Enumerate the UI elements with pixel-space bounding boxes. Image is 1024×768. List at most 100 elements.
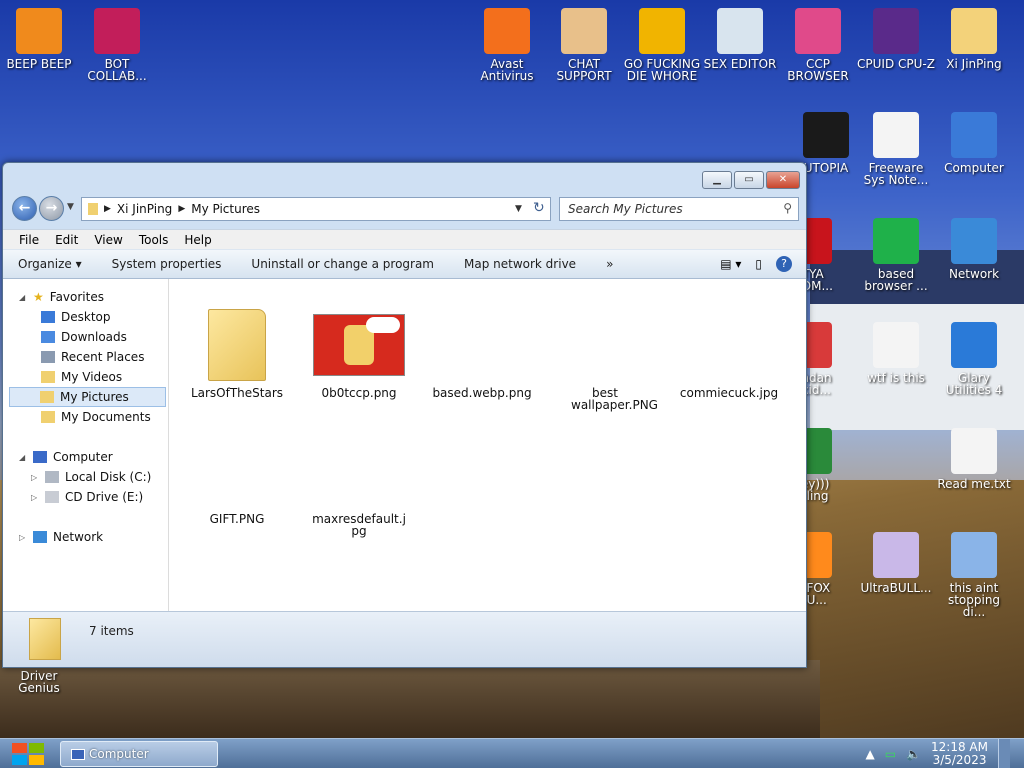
menu-edit[interactable]: Edit <box>55 233 78 247</box>
desktop-icon-item[interactable]: this aint stopping di... <box>935 532 1013 618</box>
green-chat-icon <box>873 218 919 264</box>
desktop-icon-item[interactable]: CCP BROWSER <box>779 8 857 82</box>
desktop-icon-item[interactable]: Network <box>935 218 1013 280</box>
desktop-icon-item[interactable]: GO FUCKING DIE WHORE <box>623 8 701 82</box>
system-properties-button[interactable]: System properties <box>97 257 237 271</box>
desktop-icon-item[interactable]: UltraBULL... <box>857 532 935 594</box>
show-desktop-button[interactable] <box>998 739 1010 768</box>
show-hidden-icons-icon[interactable]: ▲ <box>866 747 875 761</box>
desktop-icon-label: GO FUCKING DIE WHORE <box>623 57 701 83</box>
desktop-icon-label: Read me.txt <box>937 477 1011 491</box>
hex-editor-icon <box>717 8 763 54</box>
menu-help[interactable]: Help <box>184 233 211 247</box>
refresh-icon[interactable]: ↻ <box>533 200 545 216</box>
network-status-icon[interactable]: ▭ <box>885 747 896 761</box>
close-button[interactable]: ✕ <box>766 171 800 189</box>
clock[interactable]: 12:18 AM 3/5/2023 <box>931 741 988 767</box>
desktop-icon-item[interactable]: SEX EDITOR <box>701 8 779 70</box>
glary-icon <box>951 322 997 368</box>
file-list: LarsOfTheStars 0b0tccp.png based.webp.pn… <box>169 279 806 611</box>
desktop-icon-item[interactable]: Read me.txt <box>935 428 1013 490</box>
desktop-icon-label: CPUID CPU-Z <box>857 57 935 71</box>
address-dropdown[interactable]: ▼ <box>515 204 522 214</box>
taskbar-item-computer[interactable]: Computer <box>60 741 218 767</box>
file-item[interactable]: 0b0tccp.png <box>301 291 417 399</box>
nav-desktop[interactable]: Desktop <box>3 307 168 327</box>
minimize-button[interactable]: ▁ <box>702 171 732 189</box>
file-item[interactable]: maxresdefault.jpg <box>301 417 417 537</box>
breadcrumb-pictures[interactable]: My Pictures <box>191 202 260 216</box>
address-row: ← → ▼ ▶ Xi JinPing ▶ My Pictures ▼ ↻ Sea… <box>3 193 806 229</box>
file-item[interactable]: GIFT.PNG <box>179 417 295 525</box>
preview-pane-icon[interactable]: ▯ <box>755 257 762 271</box>
desktop-icon-label: Glary Utilities 4 <box>945 371 1003 397</box>
nav-downloads[interactable]: Downloads <box>3 327 168 347</box>
nav-recent-places[interactable]: Recent Places <box>3 347 168 367</box>
desktop-icon-label: BEEP BEEP <box>6 57 72 71</box>
search-icon[interactable]: ⚲ <box>783 201 792 215</box>
desktop-icon-item[interactable]: CHAT SUPPORT <box>545 8 623 82</box>
nav-cd-drive[interactable]: ▷ CD Drive (E:) <box>3 487 168 507</box>
desktop-icon-label: Network <box>948 267 1000 281</box>
desktop-icon-item[interactable]: BOT COLLAB... <box>78 8 156 82</box>
desktop-icon-item[interactable]: Xi JinPing <box>935 8 1013 70</box>
avast-icon <box>484 8 530 54</box>
desktop-icon-item[interactable]: Avast Antivirus <box>468 8 546 82</box>
desktop-icon-label: Computer <box>944 161 1004 175</box>
hard-disk-icon <box>45 471 59 483</box>
desktop-icon-label: Driver Genius <box>18 669 60 695</box>
search-placeholder: Search My Pictures <box>568 202 683 216</box>
desktop-icon-item[interactable]: CPUID CPU-Z <box>857 8 935 70</box>
star-icon: ★ <box>33 290 44 304</box>
desktop-icon-item[interactable]: wtf is this <box>857 322 935 384</box>
forward-button[interactable]: → <box>39 196 64 221</box>
nav-network[interactable]: ▷ Network <box>3 527 168 547</box>
desktop-icon-label: based browser ... <box>864 267 928 293</box>
desktop-icon-item[interactable]: Computer <box>935 112 1013 174</box>
title-bar[interactable]: ▁ ▭ ✕ <box>3 163 806 193</box>
menu-view[interactable]: View <box>94 233 122 247</box>
desktop-icon-label: CHAT SUPPORT <box>556 57 612 83</box>
back-button[interactable]: ← <box>12 196 37 221</box>
breadcrumb-user[interactable]: Xi JinPing <box>117 202 172 216</box>
desktop-icon <box>41 311 55 323</box>
calendar-file-icon <box>873 322 919 368</box>
nav-my-pictures[interactable]: My Pictures <box>9 387 166 407</box>
monitor-app-icon <box>94 8 140 54</box>
nav-favorites[interactable]: ◢ ★ Favorites <box>3 287 168 307</box>
desktop-icon-item[interactable]: based browser ... <box>857 218 935 292</box>
file-item[interactable]: best wallpaper.PNG <box>547 291 663 411</box>
help-icon[interactable]: ? <box>776 256 792 272</box>
nav-my-documents[interactable]: My Documents <box>3 407 168 427</box>
more-commands-button[interactable]: » <box>591 257 628 271</box>
desktop-icon-item[interactable]: Freeware Sys Note... <box>857 112 935 186</box>
desktop-icon-label: UltraBULL... <box>860 581 932 595</box>
desktop-icon-label: wtf is this <box>867 371 925 385</box>
volume-icon[interactable]: 🔈 <box>906 747 921 761</box>
file-item[interactable]: LarsOfTheStars <box>179 291 295 399</box>
maximize-button[interactable]: ▭ <box>734 171 764 189</box>
organize-button[interactable]: Organize ▾ <box>3 257 97 271</box>
search-input[interactable]: Search My Pictures ⚲ <box>559 197 799 221</box>
file-item[interactable]: commiecuck.jpg <box>671 291 787 399</box>
uninstall-program-button[interactable]: Uninstall or change a program <box>236 257 449 271</box>
pictures-folder-icon <box>40 391 54 403</box>
file-item[interactable]: based.webp.png <box>424 291 540 399</box>
nav-local-disk[interactable]: ▷ Local Disk (C:) <box>3 467 168 487</box>
desktop-icon-item[interactable]: Glary Utilities 4 <box>935 322 1013 396</box>
videos-folder-icon <box>41 371 55 383</box>
recent-pages-dropdown[interactable]: ▼ <box>67 202 74 212</box>
address-bar[interactable]: ▶ Xi JinPing ▶ My Pictures <box>81 197 551 221</box>
nav-my-videos[interactable]: My Videos <box>3 367 168 387</box>
item-count: 7 items <box>89 624 134 638</box>
user-folder-icon <box>951 8 997 54</box>
computer-icon <box>71 749 85 760</box>
menu-file[interactable]: File <box>19 233 39 247</box>
map-network-drive-button[interactable]: Map network drive <box>449 257 591 271</box>
view-options-icon[interactable]: ▤ ▾ <box>720 257 741 271</box>
start-button[interactable] <box>10 739 44 768</box>
desktop-icon-item[interactable]: BEEP BEEP <box>0 8 78 70</box>
nav-computer[interactable]: ◢ Computer <box>3 447 168 467</box>
menu-tools[interactable]: Tools <box>139 233 169 247</box>
computer-icon <box>33 451 47 463</box>
